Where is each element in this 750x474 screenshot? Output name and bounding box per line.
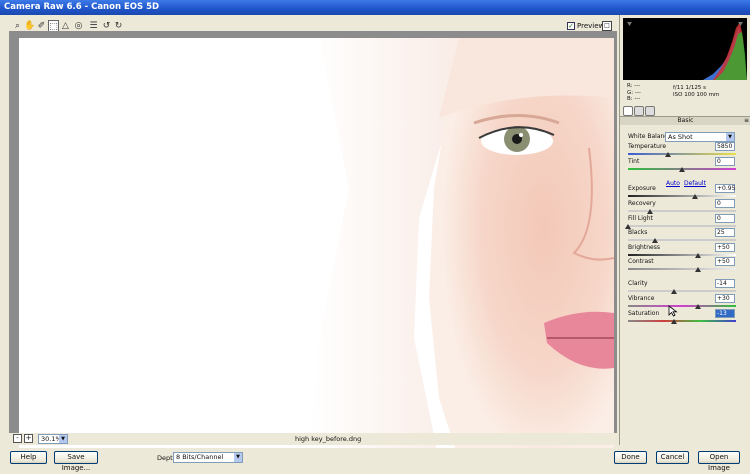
saturation-slider[interactable] <box>628 320 736 322</box>
exposure-value[interactable]: +0.95 <box>715 184 735 193</box>
depth-value: 8 Bits/Channel <box>176 453 224 461</box>
tint-value[interactable]: 0 <box>715 157 735 166</box>
portrait-image[interactable] <box>19 38 614 460</box>
temperature-slider-thumb[interactable] <box>664 152 671 157</box>
title-bar: Camera Raw 6.6 - Canon EOS 5D <box>0 0 750 15</box>
save-image-button[interactable]: Save Image... <box>54 451 98 472</box>
saturation-label: Saturation <box>628 310 660 317</box>
done-button[interactable]: Done <box>614 451 647 464</box>
tint-label: Tint <box>628 158 640 165</box>
section-header: Basic ≡ <box>620 117 750 125</box>
tab-basic[interactable] <box>623 106 633 116</box>
temperature-label: Temperature <box>628 143 667 150</box>
zoom-out-button[interactable]: - <box>13 434 22 443</box>
clarity-label: Clarity <box>628 280 648 287</box>
contrast-label: Contrast <box>628 258 654 265</box>
section-title: Basic <box>677 117 694 124</box>
fill-light-label: Fill Light <box>628 215 653 222</box>
recovery-label: Recovery <box>628 200 656 207</box>
recovery-slider-thumb[interactable] <box>646 209 653 214</box>
clarity-slider[interactable] <box>628 290 736 292</box>
vibrance-slider-thumb[interactable] <box>695 304 702 309</box>
panel-tabs <box>620 105 750 117</box>
vibrance-label: Vibrance <box>628 295 655 302</box>
zoom-in-button[interactable]: + <box>24 434 33 443</box>
aperture-shutter: f/11 1/125 s <box>673 85 706 91</box>
brightness-value[interactable]: +50 <box>715 243 735 252</box>
tab-detail[interactable] <box>645 106 655 116</box>
right-panel: R: --- G: --- B: --- f/11 1/125 s ISO 10… <box>619 15 750 445</box>
window-title: Camera Raw 6.6 - Canon EOS 5D <box>4 2 160 12</box>
blacks-value[interactable]: 25 <box>715 228 735 237</box>
histogram-graph <box>627 22 747 80</box>
brightness-slider-thumb[interactable] <box>695 253 702 258</box>
preview-toggle[interactable]: ✓ Preview <box>567 22 604 30</box>
chevron-down-icon: ▼ <box>59 435 67 443</box>
blacks-slider[interactable] <box>628 239 736 241</box>
chevron-down-icon: ▼ <box>726 133 734 141</box>
preview-canvas <box>9 31 617 460</box>
clarity-slider-thumb[interactable] <box>671 289 678 294</box>
brightness-slider[interactable] <box>628 254 736 256</box>
exposure-label: Exposure <box>628 185 656 192</box>
contrast-value[interactable]: +50 <box>715 257 735 266</box>
vibrance-value[interactable]: +30 <box>715 294 735 303</box>
recovery-slider[interactable] <box>628 210 736 212</box>
tint-slider-thumb[interactable] <box>679 167 685 172</box>
saturation-value[interactable]: -13 <box>715 309 735 318</box>
panel-menu-icon[interactable]: ≡ <box>744 117 749 125</box>
tab-tone-curve[interactable] <box>634 106 644 116</box>
temperature-slider[interactable] <box>628 153 736 155</box>
fill-light-slider[interactable] <box>628 225 736 227</box>
iso-focal: ISO 100 100 mm <box>673 92 720 98</box>
depth-select[interactable]: 8 Bits/Channel ▼ <box>173 452 243 463</box>
vibrance-slider[interactable] <box>628 305 736 307</box>
temperature-value[interactable]: 5850 <box>715 142 735 151</box>
recovery-value[interactable]: 0 <box>715 199 735 208</box>
footer: Help Save Image... Depth: 8 Bits/Channel… <box>0 448 750 472</box>
readout: R: --- G: --- B: --- f/11 1/125 s ISO 10… <box>620 81 750 103</box>
file-name: high key_before.dng <box>295 435 362 443</box>
contrast-slider-thumb[interactable] <box>695 267 702 272</box>
brightness-label: Brightness <box>628 244 660 251</box>
portrait-svg <box>19 38 614 460</box>
b-value: B: --- <box>627 96 641 102</box>
saturation-slider-thumb[interactable] <box>671 319 678 324</box>
zoom-select[interactable]: 30.1% ▼ <box>38 434 68 444</box>
rgb-readout: R: --- G: --- B: --- <box>627 83 641 103</box>
status-bar: - + 30.1% ▼ high key_before.dng <box>9 433 617 445</box>
fill-light-value[interactable]: 0 <box>715 214 735 223</box>
preview-label: Preview <box>577 22 605 30</box>
contrast-slider[interactable] <box>628 268 736 270</box>
preview-checkbox[interactable]: ✓ <box>567 22 575 30</box>
exposure-slider[interactable] <box>628 195 736 197</box>
blacks-label: Blacks <box>628 229 648 236</box>
mouse-cursor-icon <box>668 305 678 317</box>
default-link[interactable]: Default <box>684 180 706 187</box>
white-balance-select[interactable]: As Shot ▼ <box>665 132 735 142</box>
fullscreen-icon[interactable]: □ <box>602 21 612 31</box>
chevron-down-icon: ▼ <box>234 453 242 462</box>
open-image-button[interactable]: Open Image <box>698 451 740 472</box>
blacks-slider-thumb[interactable] <box>652 238 658 243</box>
clarity-value[interactable]: -14 <box>715 279 735 288</box>
help-button[interactable]: Help <box>10 451 47 464</box>
r-value: R: --- <box>627 83 641 89</box>
white-balance-value: As Shot <box>668 133 693 141</box>
auto-link[interactable]: Auto <box>666 180 680 187</box>
histogram <box>623 18 747 80</box>
exposure-slider-thumb[interactable] <box>691 194 698 199</box>
cancel-button[interactable]: Cancel <box>656 451 689 464</box>
